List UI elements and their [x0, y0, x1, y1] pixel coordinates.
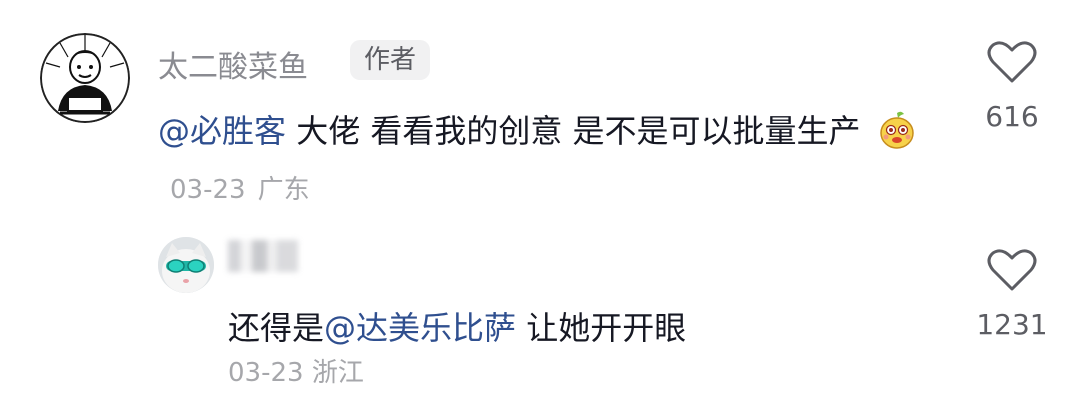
comment-text[interactable]: @必胜客 大佬 看看我的创意 是不是可以批量生产 03-23 广东 — [158, 103, 958, 218]
like-count: 1231 — [976, 308, 1048, 341]
reply-location: 浙江 — [311, 358, 364, 388]
like-button[interactable]: 1231 — [962, 248, 1062, 341]
reply-body-suffix: 让她开开眼 — [516, 309, 687, 347]
comment-username[interactable]: 太二酸菜鱼 — [158, 42, 308, 86]
emoji-sticker-icon — [877, 110, 917, 150]
mention-link[interactable]: @达美乐比萨 — [324, 309, 516, 347]
heart-icon — [987, 41, 1037, 83]
reply-body-prefix: 还得是 — [228, 309, 325, 347]
comment-date: 03-23 — [170, 175, 246, 205]
avatar[interactable] — [40, 33, 130, 123]
like-count: 616 — [985, 100, 1039, 133]
reply-date: 03-23 — [228, 358, 304, 388]
blurred-username — [228, 240, 298, 272]
comment-item: 太二酸菜鱼 作者 @必胜客 大佬 看看我的创意 是不是可以批量生产 03-23 广… — [0, 0, 1080, 220]
cat-avatar-icon — [158, 237, 214, 293]
comment-body: 大佬 看看我的创意 是不是可以批量生产 — [286, 112, 861, 150]
comment-location: 广东 — [257, 175, 310, 205]
reply-text[interactable]: 还得是@达美乐比萨 让她开开眼 — [228, 300, 928, 356]
author-badge: 作者 — [350, 40, 431, 80]
avatar[interactable] — [158, 237, 214, 293]
like-button[interactable]: 616 — [962, 40, 1062, 133]
reply-meta: 03-23 浙江 — [228, 352, 364, 389]
avatar-illustration-icon — [40, 33, 130, 123]
mention-link[interactable]: @必胜客 — [158, 112, 286, 150]
heart-icon — [987, 249, 1037, 291]
